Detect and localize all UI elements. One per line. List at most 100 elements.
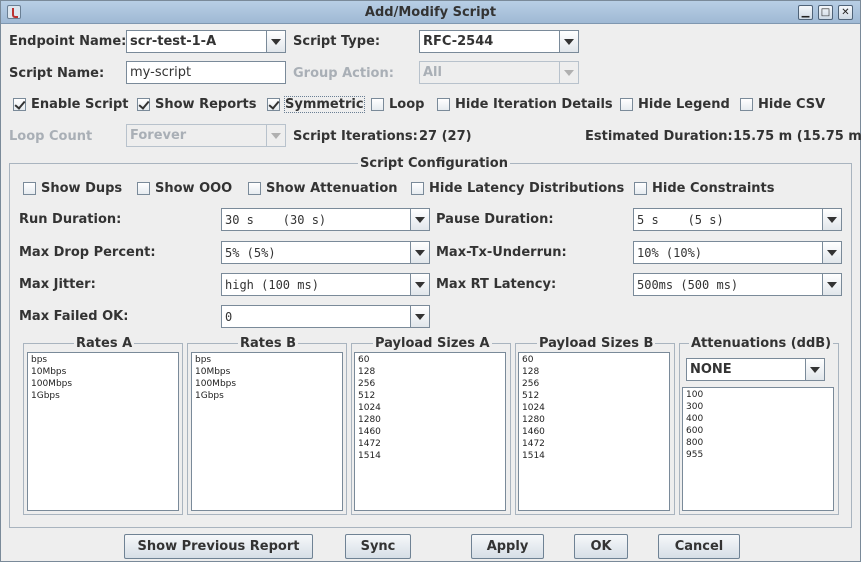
list-item[interactable]: 1024	[522, 402, 545, 414]
chevron-down-icon[interactable]	[805, 359, 824, 380]
checkbox-checked-icon[interactable]	[13, 98, 26, 111]
checkbox-icon[interactable]	[437, 98, 450, 111]
list-item[interactable]: 400	[686, 413, 703, 425]
run-duration-label: Run Duration:	[19, 212, 122, 227]
checkbox-icon[interactable]	[248, 182, 261, 195]
max-jitter-select[interactable]: high (100 ms)	[221, 273, 430, 296]
attenuations-list[interactable]: 100 300 400 600 800 955	[682, 387, 834, 511]
chevron-down-icon[interactable]	[410, 306, 429, 327]
list-item[interactable]: 1472	[358, 438, 381, 450]
checkbox-icon[interactable]	[634, 182, 647, 195]
payload-sizes-b-list[interactable]: 60 128 256 512 1024 1280 1460 1472 1514	[518, 352, 670, 511]
max-jitter-value: high (100 ms)	[225, 278, 319, 292]
list-item[interactable]: 512	[358, 390, 375, 402]
list-item[interactable]: 1280	[358, 414, 381, 426]
list-item[interactable]: 60	[358, 354, 369, 366]
apply-button[interactable]: Apply	[471, 534, 544, 559]
title-bar: Add/Modify Script ▁ □ ✕	[1, 1, 860, 24]
list-item[interactable]: 1024	[358, 402, 381, 414]
close-icon: ✕	[841, 7, 850, 18]
list-item[interactable]: 1Gbps	[31, 390, 60, 402]
list-item[interactable]: 512	[522, 390, 539, 402]
attenuations-title: Attenuations (ddB)	[689, 336, 834, 351]
checkbox-checked-icon[interactable]	[267, 98, 280, 111]
checkbox-label: Show Reports	[155, 97, 257, 112]
maximize-button[interactable]: □	[818, 5, 833, 20]
list-item[interactable]: 256	[358, 378, 375, 390]
endpoint-name-select[interactable]: scr-test-1-A	[126, 30, 286, 53]
chevron-down-icon[interactable]	[410, 209, 429, 230]
chevron-down-icon[interactable]	[266, 125, 285, 146]
minimize-button[interactable]: ▁	[798, 5, 813, 20]
script-iterations-value: 27 (27)	[419, 129, 472, 144]
chevron-down-icon[interactable]	[410, 242, 429, 263]
chevron-down-icon[interactable]	[559, 31, 578, 52]
list-item[interactable]: 256	[522, 378, 539, 390]
script-name-input[interactable]: my-script	[126, 61, 286, 84]
checkbox-label: Hide Latency Distributions	[429, 181, 625, 196]
rates-a-list[interactable]: bps 10Mbps 100Mbps 1Gbps	[27, 352, 179, 511]
checkbox-label: Hide Constraints	[652, 181, 775, 196]
ok-button[interactable]: OK	[574, 534, 628, 559]
list-item[interactable]: 1472	[522, 438, 545, 450]
chevron-down-icon[interactable]	[266, 31, 285, 52]
loop-count-value: Forever	[130, 128, 187, 143]
list-item[interactable]: bps	[31, 354, 47, 366]
loop-count-select[interactable]: Forever	[126, 124, 286, 147]
list-item[interactable]: 800	[686, 437, 703, 449]
list-item[interactable]: 10Mbps	[31, 366, 66, 378]
loop-count-label: Loop Count	[9, 129, 93, 144]
window-title: Add/Modify Script	[364, 5, 497, 20]
checkbox-icon[interactable]	[23, 182, 36, 195]
chevron-down-icon[interactable]	[822, 274, 841, 295]
close-button[interactable]: ✕	[838, 5, 853, 20]
max-failed-ok-label: Max Failed OK:	[19, 309, 129, 324]
max-drop-percent-select[interactable]: 5% (5%)	[221, 241, 430, 264]
max-tx-underrun-select[interactable]: 10% (10%)	[633, 241, 842, 264]
chevron-down-icon[interactable]	[822, 209, 841, 230]
list-item[interactable]: 1460	[358, 426, 381, 438]
list-item[interactable]: 128	[358, 366, 375, 378]
list-item[interactable]: 128	[522, 366, 539, 378]
list-item[interactable]: 1Gbps	[195, 390, 224, 402]
max-jitter-label: Max Jitter:	[19, 277, 96, 292]
list-item[interactable]: 1280	[522, 414, 545, 426]
max-failed-ok-value: 0	[225, 310, 233, 324]
max-failed-ok-select[interactable]: 0	[221, 305, 430, 328]
list-item[interactable]: 100Mbps	[31, 378, 72, 390]
list-item[interactable]: bps	[195, 354, 211, 366]
script-name-value: my-script	[130, 65, 192, 80]
script-type-select[interactable]: RFC-2544	[419, 30, 579, 53]
checkbox-icon[interactable]	[740, 98, 753, 111]
attenuations-select[interactable]: NONE	[686, 358, 825, 381]
group-action-select[interactable]: All	[419, 61, 579, 84]
sync-button[interactable]: Sync	[345, 534, 411, 559]
list-item[interactable]: 1460	[522, 426, 545, 438]
checkbox-icon[interactable]	[411, 182, 424, 195]
script-name-label: Script Name:	[9, 66, 105, 81]
list-item[interactable]: 100Mbps	[195, 378, 236, 390]
cancel-button[interactable]: Cancel	[658, 534, 740, 559]
checkbox-icon[interactable]	[371, 98, 384, 111]
list-item[interactable]: 300	[686, 401, 703, 413]
max-rt-latency-select[interactable]: 500ms (500 ms)	[633, 273, 842, 296]
chevron-down-icon[interactable]	[410, 274, 429, 295]
list-item[interactable]: 60	[522, 354, 533, 366]
checkbox-icon[interactable]	[137, 182, 150, 195]
chevron-down-icon[interactable]	[822, 242, 841, 263]
pause-duration-select[interactable]: 5 s (5 s)	[633, 208, 842, 231]
payload-sizes-a-list[interactable]: 60 128 256 512 1024 1280 1460 1472 1514	[354, 352, 506, 511]
chevron-down-icon[interactable]	[559, 62, 578, 83]
rates-b-list[interactable]: bps 10Mbps 100Mbps 1Gbps	[191, 352, 343, 511]
list-item[interactable]: 1514	[358, 450, 381, 462]
checkbox-checked-icon[interactable]	[137, 98, 150, 111]
list-item[interactable]: 100	[686, 389, 703, 401]
list-item[interactable]: 1514	[522, 450, 545, 462]
list-item[interactable]: 10Mbps	[195, 366, 230, 378]
show-previous-report-button[interactable]: Show Previous Report	[124, 534, 313, 559]
list-item[interactable]: 600	[686, 425, 703, 437]
list-item[interactable]: 955	[686, 449, 703, 461]
run-duration-select[interactable]: 30 s (30 s)	[221, 208, 430, 231]
checkbox-icon[interactable]	[620, 98, 633, 111]
checkbox-label: Show OOO	[155, 181, 233, 196]
